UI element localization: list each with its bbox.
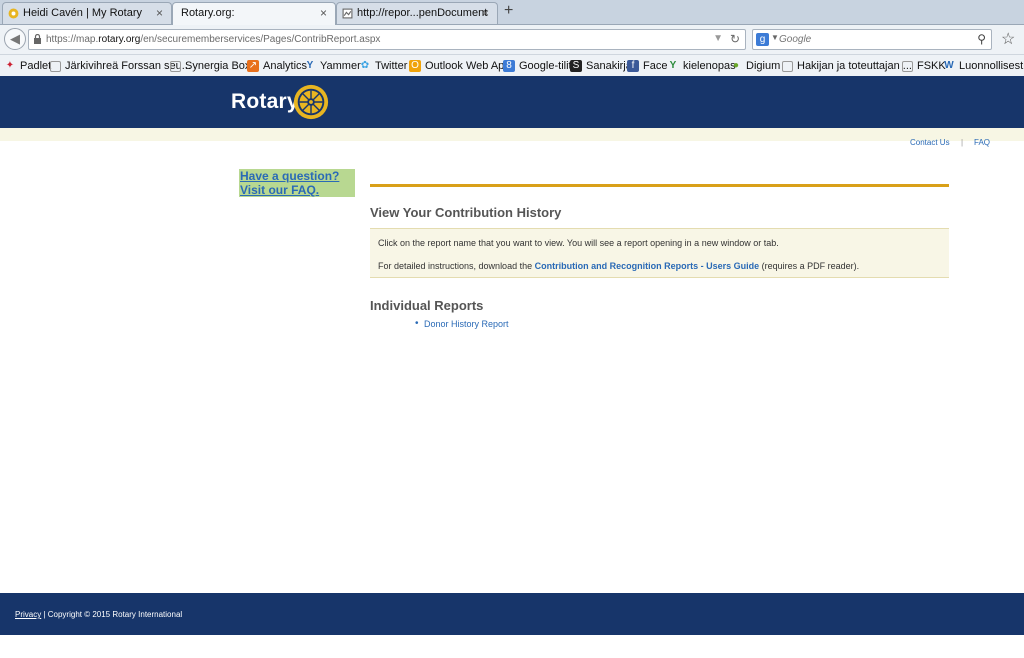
site-footer: Privacy | Copyright © 2015 Rotary Intern… <box>0 593 1024 635</box>
tab-title: Rotary.org: <box>181 7 235 19</box>
reload-icon[interactable]: ↻ <box>730 32 740 46</box>
search-input[interactable] <box>779 32 969 47</box>
bookmarks-bar: ✦ Padlet Järkivihreä Forssan seu... Syner… <box>0 55 1024 77</box>
copyright-text: | Copyright © 2015 Rotary International <box>41 610 183 619</box>
privacy-link[interactable]: Privacy <box>15 610 41 619</box>
google-icon[interactable]: g <box>756 33 769 46</box>
faq-promo-box: Have a question? Visit our FAQ. <box>239 169 355 197</box>
bookmark-star-icon[interactable]: ☆ <box>1001 29 1015 49</box>
close-tab-icon[interactable]: × <box>482 6 489 20</box>
page-icon <box>170 60 181 72</box>
bookmark-synergia[interactable]: Synergia Boxy <box>170 59 256 73</box>
divider <box>370 184 949 187</box>
bullet-icon: • <box>415 318 419 329</box>
page-icon <box>902 60 913 72</box>
new-tab-button[interactable]: + <box>504 3 520 19</box>
bookmark-sanakirja[interactable]: S Sanakirja <box>570 59 632 73</box>
navigation-bar: ◀ https://map.rotary.org/en/securemember… <box>0 25 1024 55</box>
bookmark-google-tilit[interactable]: 8 Google-tilit <box>503 59 572 73</box>
sanakirja-icon: S <box>570 60 582 72</box>
site-header: Rotary <box>0 76 1024 128</box>
google-icon: 8 <box>503 60 515 72</box>
donor-history-report-link[interactable]: Donor History Report <box>424 319 509 329</box>
tab-my-rotary[interactable]: Heidi Cavén | My Rotary × <box>2 2 172 24</box>
digium-icon: ● <box>732 60 740 71</box>
w-icon: W <box>944 60 954 71</box>
visit-faq-link[interactable]: Visit our FAQ. <box>239 183 355 197</box>
have-a-question-link[interactable]: Have a question? <box>239 169 355 183</box>
faq-link[interactable]: FAQ <box>974 138 990 147</box>
bookmark-digium[interactable]: ● Digium <box>730 59 780 73</box>
rotary-logo-text[interactable]: Rotary <box>231 90 299 114</box>
bookmark-padlet[interactable]: ✦ Padlet <box>4 59 51 73</box>
contact-us-link[interactable]: Contact Us <box>910 138 950 147</box>
bookmark-luonnollisesti[interactable]: WLuonnollisesti il <box>943 59 1024 73</box>
padlet-icon: ✦ <box>5 60 15 71</box>
list-item: • Donor History Report <box>414 318 509 329</box>
bookmark-fskk[interactable]: FSKK <box>902 59 946 73</box>
bookmark-twitter[interactable]: ✿ Twitter <box>359 59 408 73</box>
bookmark-yammer[interactable]: Y Yammer <box>304 59 361 73</box>
footer-text: Privacy | Copyright © 2015 Rotary Intern… <box>15 610 182 619</box>
page-title: View Your Contribution History <box>370 205 562 220</box>
page-icon <box>782 60 793 72</box>
address-bar[interactable]: https://map.rotary.org/en/securememberse… <box>28 29 746 50</box>
rotary-favicon-icon <box>8 8 19 19</box>
close-tab-icon[interactable]: × <box>156 6 163 20</box>
lock-icon <box>34 34 41 44</box>
instructions-panel: Click on the report name that you want t… <box>370 228 949 278</box>
facebook-icon: f <box>627 60 639 72</box>
kielenopas-icon: Y <box>669 60 677 71</box>
page-icon <box>50 60 61 72</box>
chevron-down-icon[interactable]: ▼ <box>713 33 723 44</box>
individual-reports-heading: Individual Reports <box>370 298 484 313</box>
header-stripe <box>0 128 1024 141</box>
tab-rotary-org[interactable]: Rotary.org: × <box>172 2 336 25</box>
rotary-wheel-icon[interactable] <box>292 83 330 121</box>
analytics-icon: ↗ <box>247 60 259 72</box>
tab-strip: Heidi Cavén | My Rotary × Rotary.org: × … <box>0 0 1024 25</box>
yammer-icon: Y <box>306 60 314 71</box>
users-guide-link[interactable]: Contribution and Recognition Reports - U… <box>535 261 760 271</box>
back-button[interactable]: ◀ <box>4 28 26 50</box>
bookmark-face[interactable]: f Face <box>627 59 667 73</box>
bookmark-kielenopas[interactable]: Ykielenopas <box>667 59 736 73</box>
twitter-icon: ✿ <box>360 60 370 71</box>
bookmark-hakijan[interactable]: Hakijan ja toteuttajan ... <box>782 59 912 73</box>
search-bar[interactable]: g ▼ ⚲ <box>752 29 992 50</box>
chevron-down-icon[interactable]: ▼ <box>771 33 779 42</box>
tab-title: Heidi Cavén | My Rotary <box>23 7 143 19</box>
url-text: https://map.rotary.org/en/securememberse… <box>46 34 381 45</box>
search-icon[interactable]: ⚲ <box>977 32 986 46</box>
instructions-text: Click on the report name that you want t… <box>378 238 779 248</box>
document-icon <box>342 8 353 19</box>
bookmark-outlook[interactable]: O Outlook Web App <box>409 59 510 73</box>
instructions-download-text: For detailed instructions, download the … <box>378 261 860 271</box>
arrow-left-icon: ◀ <box>10 31 20 46</box>
close-tab-icon[interactable]: × <box>320 6 327 20</box>
page-bottom <box>0 635 1024 658</box>
tab-report-document[interactable]: http://repor...penDocument × <box>336 2 498 24</box>
outlook-icon: O <box>409 60 421 72</box>
bookmark-analytics[interactable]: ↗ Analytics <box>247 59 307 73</box>
tab-title: http://repor...penDocument <box>357 7 488 19</box>
report-list: • Donor History Report <box>414 318 509 329</box>
link-separator: | <box>961 138 964 147</box>
